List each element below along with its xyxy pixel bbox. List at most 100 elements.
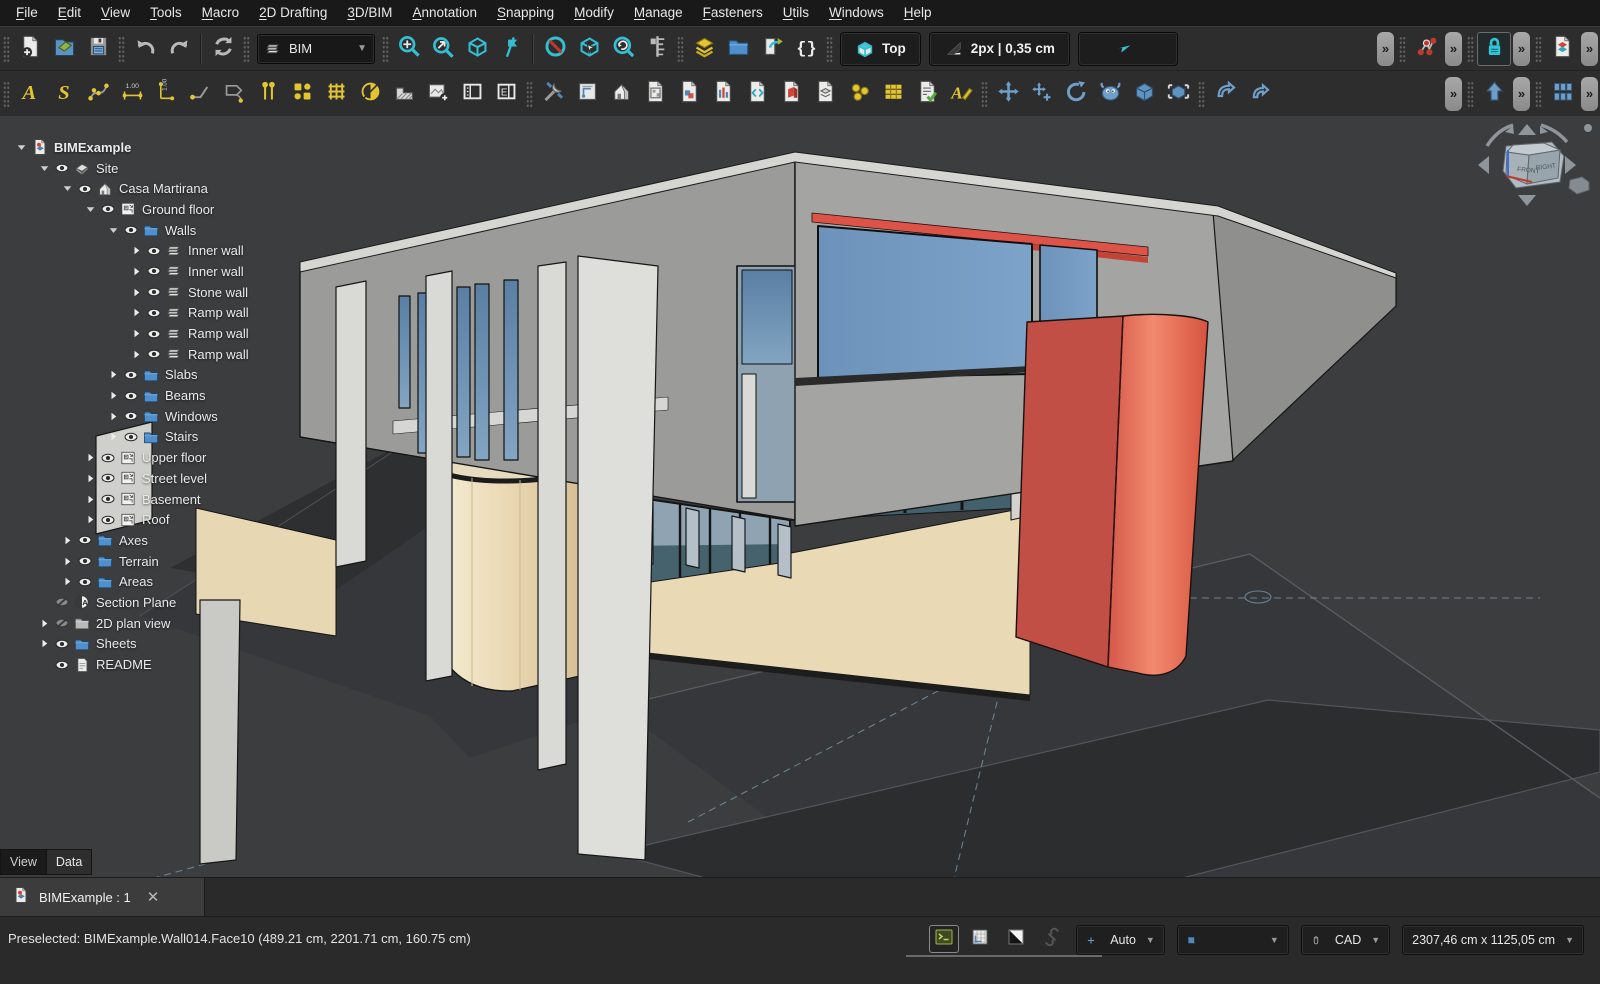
visibility-on-icon[interactable]: [98, 201, 117, 217]
toolbar-overflow-button[interactable]: »: [1513, 77, 1530, 111]
toolbar-overflow-button[interactable]: »: [1513, 32, 1530, 66]
toolbar-grip[interactable]: [526, 81, 533, 107]
toolbar-grip[interactable]: [1467, 81, 1474, 107]
toolbar-grip[interactable]: [1399, 36, 1406, 62]
menu-tools[interactable]: Tools: [140, 0, 192, 26]
expand-icon[interactable]: [129, 349, 144, 360]
visibility-off-icon[interactable]: [52, 615, 71, 631]
toolbar-grip[interactable]: [1535, 36, 1542, 62]
toolbar-overflow-button[interactable]: »: [1445, 32, 1462, 66]
grid-hatch-button[interactable]: [319, 77, 353, 111]
redo-button[interactable]: [162, 32, 196, 66]
workspace-dropdown[interactable]: BIM▼: [257, 34, 375, 64]
ordinate-button[interactable]: 1.00: [149, 77, 183, 111]
schedule-button[interactable]: [876, 77, 910, 111]
doc-chart-button[interactable]: [706, 77, 740, 111]
expand-icon[interactable]: [60, 535, 75, 546]
tree-row-readme[interactable]: README: [6, 654, 249, 675]
visibility-on-icon[interactable]: [52, 657, 71, 673]
toolbar-overflow-button[interactable]: »: [1445, 77, 1462, 111]
new-file-button[interactable]: [13, 32, 47, 66]
toolbar-grip[interactable]: [981, 81, 988, 107]
view-preset-button[interactable]: Top: [840, 32, 921, 66]
select-solid-button[interactable]: [572, 32, 606, 66]
visibility-on-icon[interactable]: [75, 532, 94, 548]
visibility-on-icon[interactable]: [144, 263, 163, 279]
collapse-icon[interactable]: [83, 204, 98, 215]
tree-row-site[interactable]: Site: [6, 158, 249, 179]
visibility-off-icon[interactable]: [52, 594, 71, 610]
visibility-on-icon[interactable]: [144, 326, 163, 342]
tools-button[interactable]: [536, 77, 570, 111]
expand-icon[interactable]: [129, 245, 144, 256]
toolbar-overflow-button[interactable]: »: [1581, 32, 1598, 66]
annotate-button[interactable]: A: [944, 77, 978, 111]
zoom-dynamic-button[interactable]: [426, 32, 460, 66]
menu-file[interactable]: File: [6, 0, 48, 26]
menu-3d-bim[interactable]: 3D/BIM: [337, 0, 402, 26]
toolbar-grip[interactable]: [3, 36, 10, 62]
visibility-on-icon[interactable]: [144, 305, 163, 321]
solid-box-button[interactable]: [1127, 77, 1161, 111]
zoom-previous-button[interactable]: [606, 32, 640, 66]
expand-icon[interactable]: [60, 576, 75, 587]
visibility-on-icon[interactable]: [144, 284, 163, 300]
tree-row-bimexample[interactable]: BIMExample: [6, 137, 249, 158]
menu-snapping[interactable]: Snapping: [487, 0, 564, 26]
viewport-canvas[interactable]: FRONT RIGHT BIMExampleSiteCasa Martirana…: [0, 116, 1600, 877]
lock-button[interactable]: [1477, 32, 1511, 66]
expression-button[interactable]: {}: [789, 32, 823, 66]
components-button[interactable]: [842, 77, 876, 111]
expand-icon[interactable]: [37, 638, 52, 649]
visibility-on-icon[interactable]: [121, 367, 140, 383]
structure-button[interactable]: [1409, 32, 1443, 66]
snap-mode-dropdown[interactable]: Auto ▼: [1076, 925, 1165, 955]
document-tab[interactable]: BIMExample : 1 ✕: [0, 878, 205, 916]
raise-button[interactable]: [1477, 77, 1511, 111]
close-icon[interactable]: ✕: [147, 888, 160, 906]
section-symbol-button[interactable]: [353, 77, 387, 111]
dimension-button[interactable]: 1.00: [115, 77, 149, 111]
image-attach-button[interactable]: [421, 77, 455, 111]
save-button[interactable]: [81, 32, 115, 66]
collapse-icon[interactable]: [106, 225, 121, 236]
text-s-button[interactable]: S: [47, 77, 81, 111]
tree-row-ramp-wall[interactable]: Ramp wall: [6, 344, 249, 365]
menu-fasteners[interactable]: Fasteners: [693, 0, 773, 26]
view-cube[interactable]: FRONT RIGHT: [1478, 124, 1592, 206]
expand-icon[interactable]: [106, 431, 121, 442]
tree-row-ground-floor[interactable]: Ground floor: [6, 199, 249, 220]
doc-layers-button[interactable]: [808, 77, 842, 111]
viewport-button[interactable]: [455, 77, 489, 111]
menu-edit[interactable]: Edit: [48, 0, 91, 26]
expand-icon[interactable]: [60, 556, 75, 567]
expand-icon[interactable]: [83, 514, 98, 525]
expand-icon[interactable]: [129, 287, 144, 298]
menu-2d-drafting[interactable]: 2D Drafting: [249, 0, 337, 26]
toolbar-grip[interactable]: [826, 36, 833, 62]
menu-macro[interactable]: Macro: [192, 0, 250, 26]
doc-code-button[interactable]: [740, 77, 774, 111]
drawing-mode-toggle[interactable]: [1001, 925, 1031, 953]
visual-style-dropdown[interactable]: ▼: [1177, 925, 1289, 955]
toolbar-grip[interactable]: [677, 36, 684, 62]
expand-icon[interactable]: [129, 328, 144, 339]
hatch-button[interactable]: [387, 77, 421, 111]
named-view-button[interactable]: E: [489, 77, 523, 111]
expand-icon[interactable]: [106, 369, 121, 380]
tree-row-stone-wall[interactable]: Stone wall: [6, 282, 249, 303]
tree-row-terrain[interactable]: Terrain: [6, 551, 249, 572]
tree-row-sheets[interactable]: Sheets: [6, 634, 249, 655]
measure-button[interactable]: [640, 32, 674, 66]
expand-icon[interactable]: [129, 307, 144, 318]
refdoc-button[interactable]: [1545, 32, 1579, 66]
visibility-on-icon[interactable]: [52, 636, 71, 652]
visibility-on-icon[interactable]: [52, 160, 71, 176]
pins-button[interactable]: [251, 77, 285, 111]
tree-row-ramp-wall[interactable]: Ramp wall: [6, 303, 249, 324]
leader-spline-button[interactable]: [81, 77, 115, 111]
menu-windows[interactable]: Windows: [819, 0, 894, 26]
menu-view[interactable]: View: [91, 0, 140, 26]
tree-row-inner-wall[interactable]: Inner wall: [6, 261, 249, 282]
expand-icon[interactable]: [129, 266, 144, 277]
